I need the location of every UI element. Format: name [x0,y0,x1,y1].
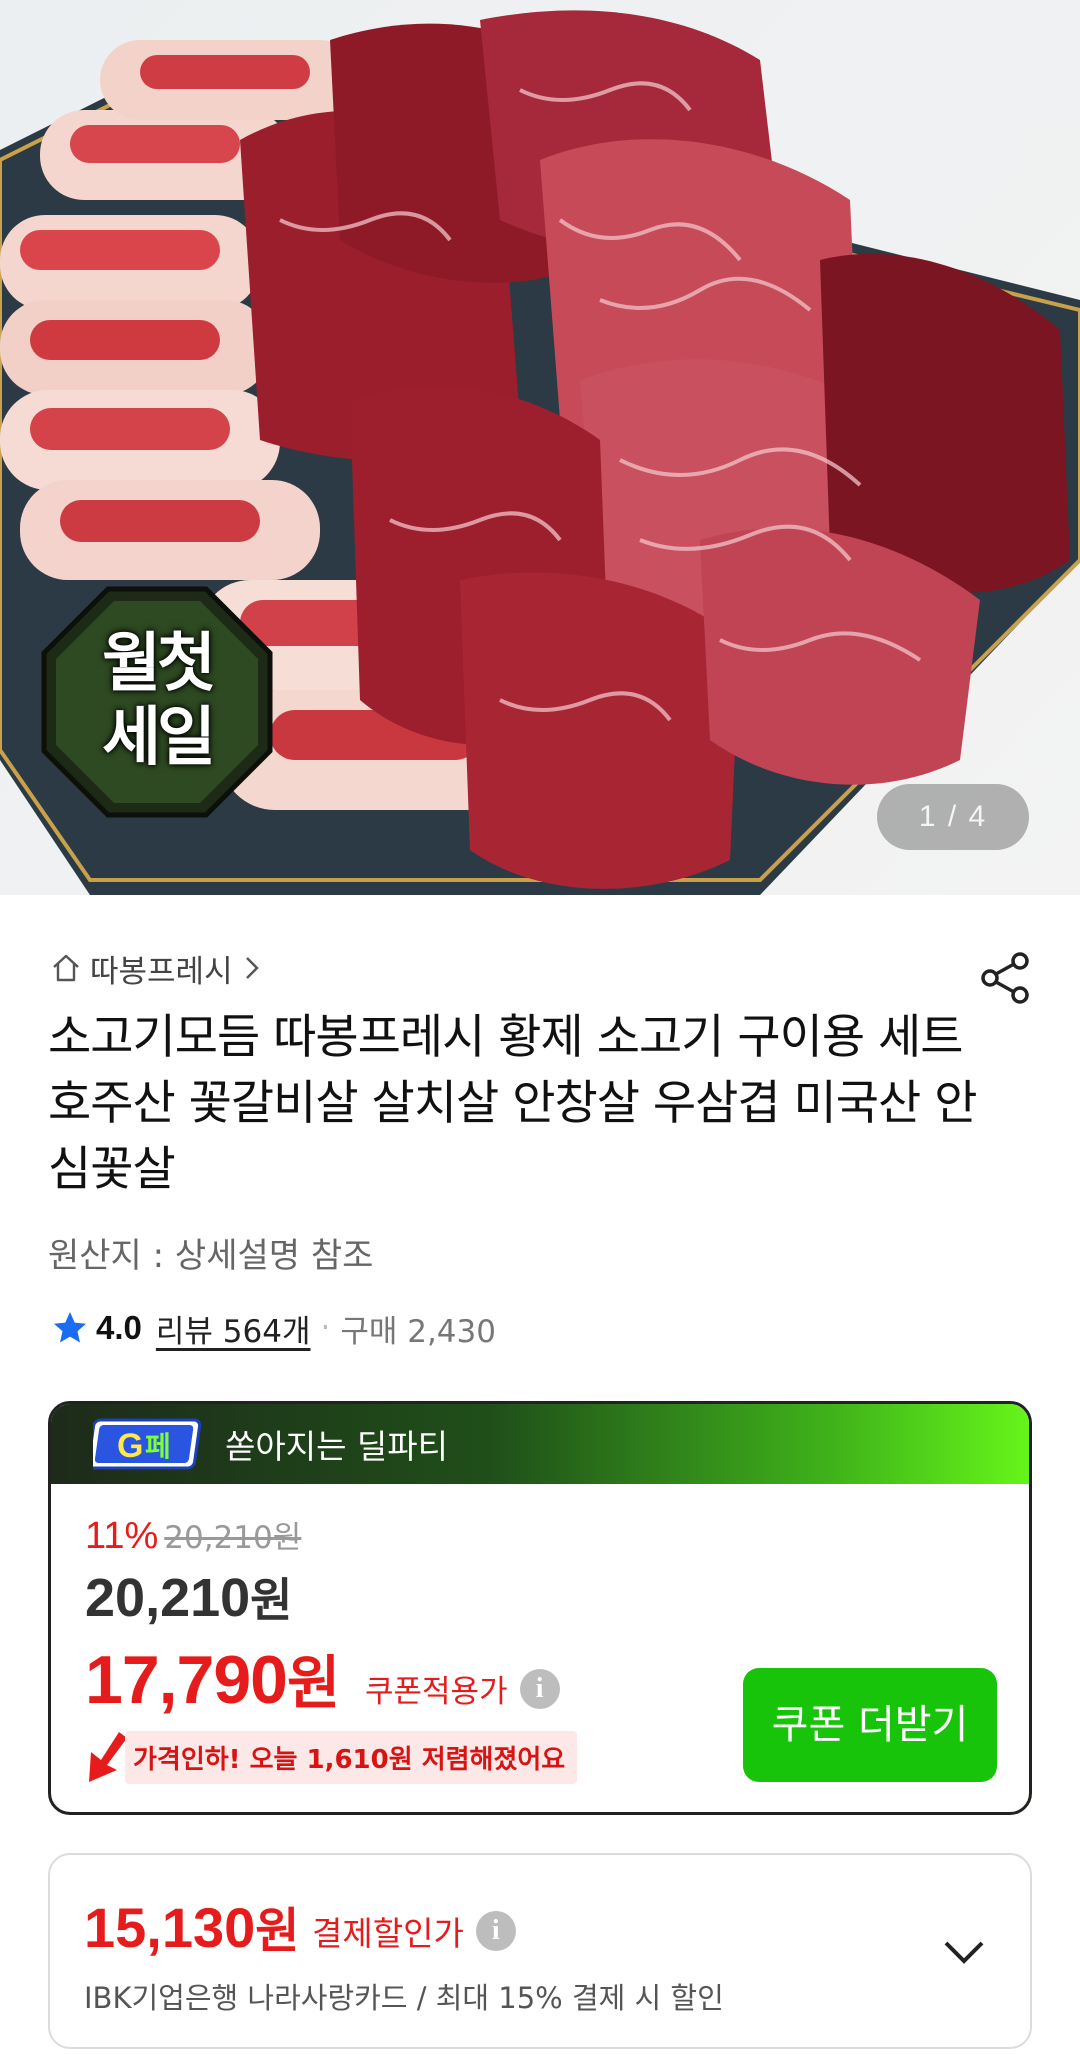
sale-price: 20,210원 [85,1568,293,1628]
chevron-right-icon [245,957,259,979]
deal-header-text: 쏟아지는 딜파티 [225,1427,449,1466]
info-icon[interactable]: i [519,1668,560,1709]
star-icon [54,1312,86,1343]
purchase-count: 구매 2,430 [340,1313,496,1350]
separator-dot: · [320,1310,331,1346]
down-arrow-icon [89,1732,127,1782]
info-icon[interactable]: i [475,1911,516,1951]
product-origin: 원산지 : 상세설명 참조 [48,1236,374,1276]
rating-row: 4.0 리뷰 564개 · 구매 2,430 [52,1306,496,1350]
deal-card: G 페 쏟아지는 딜파티 11% 20,210원 20,210원 17,790원… [48,1401,1032,1815]
product-image[interactable]: 월첫 세일 1 / 4 [0,0,1080,895]
payment-discount-price: 15,130원 [84,1896,300,1959]
svg-text:G: G [117,1427,143,1465]
shop-link[interactable]: 따봉프레시 [50,948,263,990]
monthly-sale-badge: 월첫 세일 [40,585,274,819]
review-link[interactable]: 리뷰 564개 [156,1306,311,1351]
get-more-coupons-button[interactable]: 쿠폰 더받기 [743,1668,997,1782]
payment-discount-label: 결제할인가 i [312,1907,516,1955]
payment-discount-card[interactable]: 15,130원 결제할인가 i IBK기업은행 나라사랑카드 / 최대 15% … [48,1853,1032,2049]
original-price: 20,210원 [164,1520,302,1556]
rating-score: 4.0 [96,1309,142,1346]
shop-name: 따봉프레시 [90,953,233,990]
discount-rate: 11% [85,1515,159,1557]
price-drop-notice: 가격인하! 오늘 1,610원 저렴해졌어요 [85,1730,578,1784]
chevron-down-icon[interactable] [936,1923,992,1979]
image-counter: 1 / 4 [877,784,1029,850]
svg-text:페: 페 [145,1430,171,1463]
deal-header: G 페 쏟아지는 딜파티 [51,1404,1029,1484]
coupon-price-label: 쿠폰적용가 i [365,1666,560,1711]
price-drop-text: 가격인하! 오늘 1,610원 저렴해졌어요 [125,1730,578,1784]
product-title: 소고기모듬 따봉프레시 황제 소고기 구이용 세트 호주산 꽃갈비살 살치살 안… [48,1010,977,1197]
home-icon [53,954,79,982]
coupon-price: 17,790원 [85,1642,340,1718]
gmarket-pay-logo: G 페 [86,1416,203,1472]
share-icon[interactable] [978,950,1034,1006]
payment-discount-description: IBK기업은행 나라사랑카드 / 최대 15% 결제 시 할인 [84,1981,724,2015]
discount-row: 11% 20,210원 [85,1512,301,1558]
